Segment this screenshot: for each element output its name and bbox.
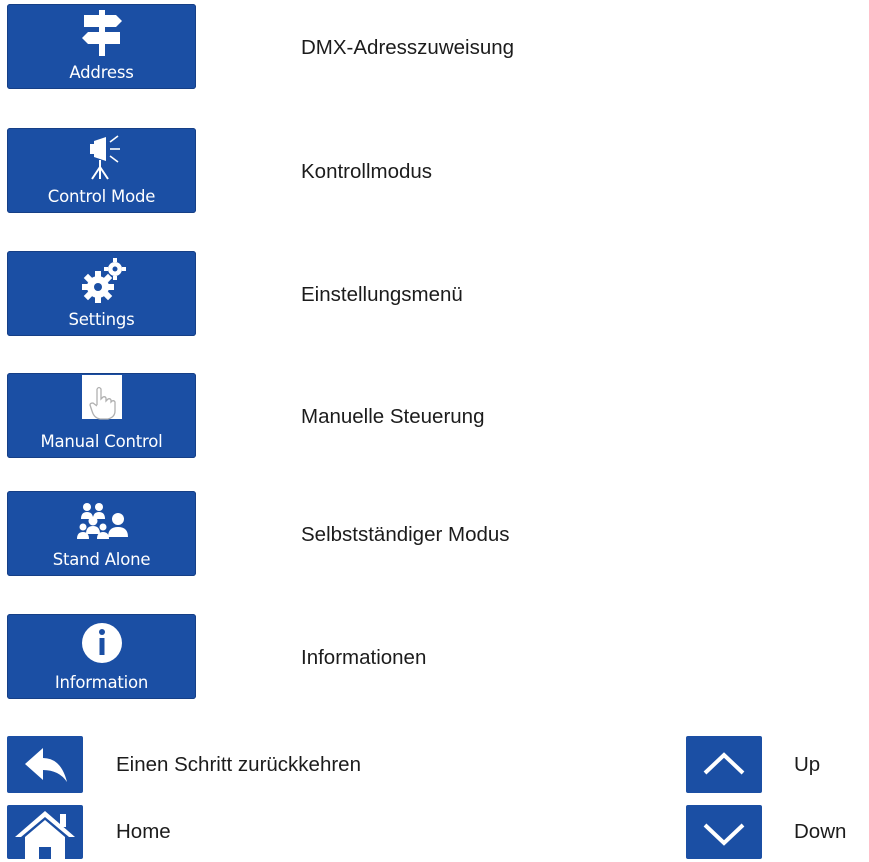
settings-description: Einstellungsmenü [301, 283, 463, 306]
address-button[interactable]: Address [7, 4, 196, 89]
up-description: Up [794, 753, 821, 776]
chevron-down-icon [703, 823, 745, 846]
information-button[interactable]: Information [7, 614, 196, 699]
manual-control-description: Manuelle Steuerung [301, 405, 485, 428]
control-mode-button[interactable]: Control Mode [7, 128, 196, 213]
back-button[interactable] [7, 736, 83, 793]
manual-control-button-label: Manual Control [40, 432, 163, 451]
spotlight-icon [89, 135, 120, 180]
settings-button-label: Settings [68, 310, 135, 329]
control-mode-button-label: Control Mode [47, 187, 156, 206]
back-arrow-icon [25, 748, 67, 782]
signpost-icon [81, 10, 122, 56]
stand-alone-description: Selbstständiger Modus [301, 523, 510, 546]
back-description: Einen Schritt zurückkehren [116, 753, 361, 776]
stand-alone-button[interactable]: Stand Alone [7, 491, 196, 576]
address-description: DMX-Adresszuweisung [301, 36, 515, 59]
chevron-up-icon [703, 752, 745, 775]
down-button[interactable] [686, 805, 762, 859]
hand-pointer-icon [81, 375, 122, 420]
down-description: Down [794, 820, 847, 843]
settings-button[interactable]: Settings [7, 251, 196, 336]
up-button[interactable] [686, 736, 762, 793]
people-group-icon [76, 503, 128, 539]
home-button[interactable] [7, 805, 83, 862]
information-button-label: Information [54, 673, 149, 692]
manual-control-button[interactable]: Manual Control [7, 373, 196, 458]
information-description: Informationen [301, 646, 427, 669]
stand-alone-button-label: Stand Alone [52, 550, 151, 569]
gears-icon [81, 258, 126, 303]
home-icon [15, 811, 75, 862]
address-button-label: Address [69, 63, 134, 82]
home-description: Home [116, 820, 171, 843]
control-mode-description: Kontrollmodus [301, 160, 433, 183]
info-icon [81, 623, 122, 663]
